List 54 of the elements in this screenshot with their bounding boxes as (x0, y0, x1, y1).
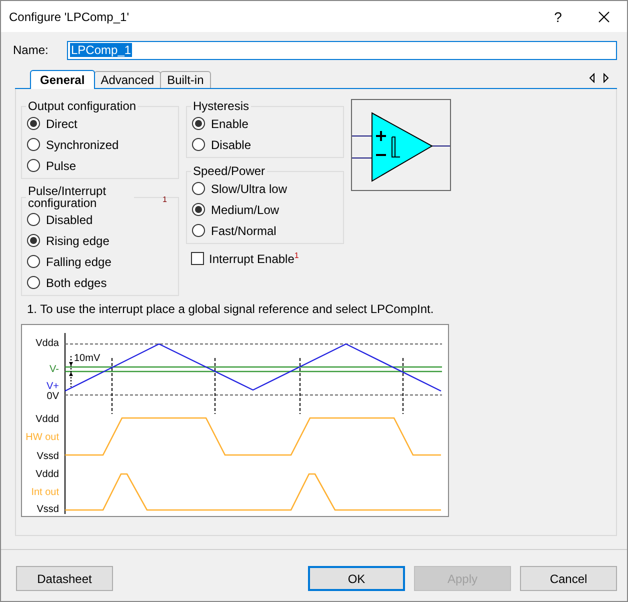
axis-label: HW out (26, 432, 59, 443)
checkbox[interactable] (191, 252, 204, 264)
option-label: Medium/Low (211, 202, 280, 216)
option-label: Both edges (46, 276, 107, 290)
option-label: Falling edge (46, 254, 112, 268)
option-label: Rising edge (46, 234, 110, 248)
name-label: Name: (13, 43, 50, 57)
dialog-button[interactable]: OK (308, 566, 405, 591)
radio-button[interactable] (27, 117, 40, 130)
dialog-button[interactable]: Cancel (520, 566, 617, 591)
axis-label: Int out (31, 487, 59, 498)
annotation-label: 10mV (74, 353, 100, 364)
name-field[interactable]: LPComp_1 (67, 40, 617, 60)
group-title: Speed/Power (192, 164, 266, 178)
axis-label: Vdda (36, 338, 59, 349)
axis-label: Vssd (36, 504, 59, 515)
radio-button[interactable] (192, 203, 205, 216)
option-label: Disable (211, 138, 252, 152)
window-title: Configure 'LPComp_1' (8, 10, 130, 24)
tab-scroll-icon[interactable] (589, 73, 611, 83)
radio-button[interactable] (192, 224, 205, 237)
group-title: Output configuration (27, 99, 138, 113)
axis-label: Vssd (36, 451, 59, 462)
group-title: Pulse/Interrupt configuration (27, 185, 108, 209)
option-label: Slow/Ultra low (211, 182, 288, 196)
radio-button[interactable] (27, 213, 40, 226)
option-label: Pulse (46, 158, 76, 172)
radio-button[interactable] (27, 138, 40, 151)
group-title: Hysteresis (192, 99, 250, 113)
radio-button[interactable] (192, 138, 205, 151)
help-button[interactable]: ? (535, 1, 581, 32)
dialog-button[interactable]: Datasheet (16, 566, 113, 591)
radio-button[interactable] (27, 159, 40, 172)
radio-button[interactable] (192, 182, 205, 195)
axis-label: Vddd (36, 414, 59, 425)
tab[interactable]: Built-in (160, 71, 211, 88)
radio-button[interactable] (192, 117, 205, 130)
option-label: Direct (46, 116, 78, 130)
option-label: Fast/Normal (211, 224, 276, 238)
axis-label: Vddd (36, 469, 59, 480)
axis-label: V- (50, 364, 59, 375)
axis-label: V+ (46, 381, 59, 392)
checkbox-label: Interrupt Enable$^{1}$ (209, 250, 299, 266)
option-label: Disabled (46, 212, 93, 226)
close-icon (598, 10, 610, 22)
axis-label: 0V (46, 391, 59, 402)
radio-button[interactable] (27, 276, 40, 289)
footnote-mark: 1 (162, 195, 167, 204)
tab[interactable]: General (30, 70, 95, 89)
footnote: 1. To use the interrupt place a global signal reference and select LPCompInt. (26, 302, 435, 318)
option-label: Synchronized (46, 138, 119, 152)
radio-button[interactable] (27, 255, 40, 268)
radio-button[interactable] (27, 234, 40, 247)
option-label: Enable (211, 116, 248, 130)
